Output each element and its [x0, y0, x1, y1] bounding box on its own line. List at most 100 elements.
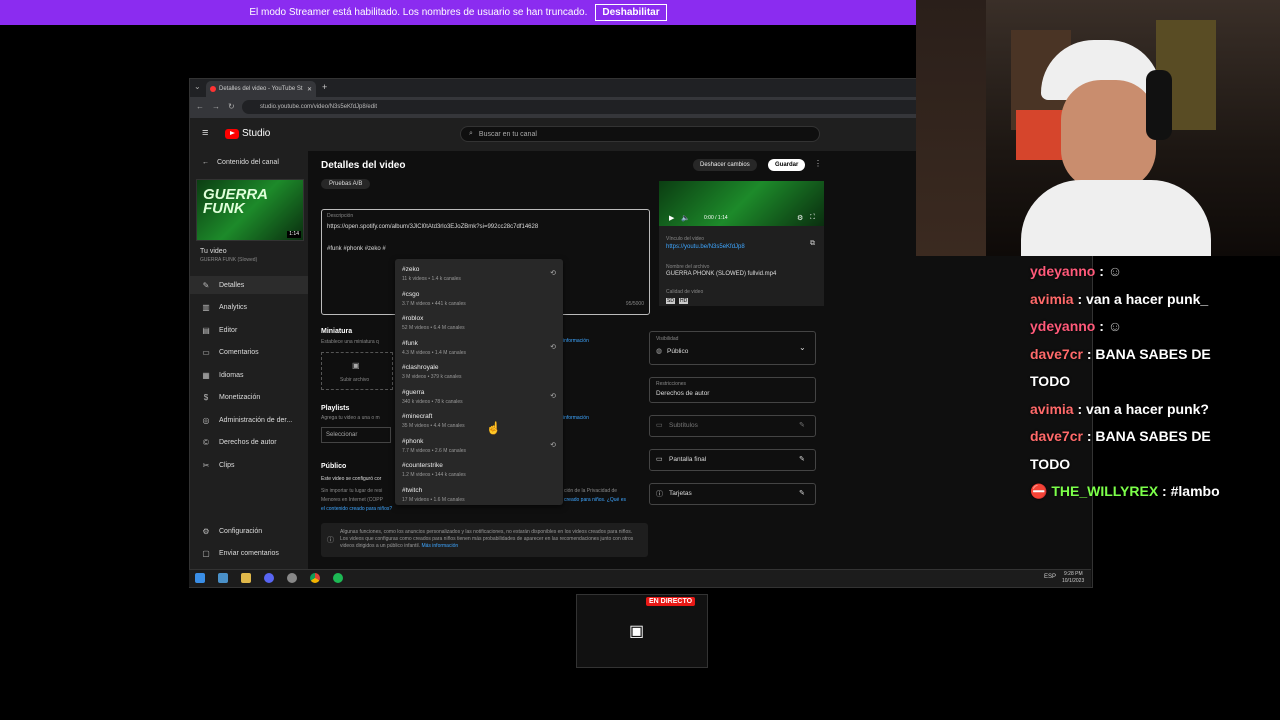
more-options-icon[interactable]: ⋮ — [814, 159, 822, 168]
streamer-shirt — [1021, 180, 1211, 256]
hashtag-suggestion[interactable]: #guerra 340 k videos • 78 k canales ⟲ — [395, 386, 563, 410]
sidebar-item-5[interactable]: ▦ Idiomas — [190, 366, 308, 384]
undo-changes-button[interactable]: Deshacer cambios — [693, 159, 757, 171]
studio-logo[interactable]: Studio — [225, 128, 270, 139]
hashtag-suggestion[interactable]: #zeko 11 k videos • 1.4 k canales ⟲ — [395, 263, 563, 287]
chat-username[interactable]: dave7cr — [1030, 346, 1083, 362]
visibility-value: Público — [667, 348, 689, 355]
audience-right-2[interactable]: creado para niños. ¿Qué es — [564, 497, 626, 503]
reload-icon[interactable]: ↻ — [228, 102, 235, 111]
tab-list-icon[interactable]: ⌄ — [194, 82, 201, 91]
description-label: Descripción — [327, 213, 354, 219]
back-to-content[interactable]: ← Contenido del canal — [202, 159, 279, 166]
steam-icon[interactable] — [218, 573, 228, 583]
cards-edit-icon[interactable]: ✎ — [799, 489, 805, 497]
thumbnail-sub: Establece una miniatura q — [321, 339, 379, 345]
file-name-label: Nombre del archivo — [666, 264, 710, 270]
new-tab-icon[interactable]: + — [322, 82, 327, 92]
end-screen-edit-icon[interactable]: ✎ — [799, 455, 805, 463]
spotify-icon[interactable] — [333, 573, 343, 583]
sidebar-item-3[interactable]: ▤ Editor — [190, 321, 308, 339]
sidebar-item-9[interactable]: ✂ Clips — [190, 456, 308, 474]
playlists-more-info-link[interactable]: información — [563, 415, 589, 421]
kids-notice-link[interactable]: Más información — [421, 543, 458, 549]
chat-username[interactable]: ydeyanno — [1030, 318, 1095, 334]
cards-info-icon: ⓘ — [656, 491, 663, 498]
video-preview-player[interactable]: ▶ 🔈 0:00 / 1:14 ⚙ ⛶ — [659, 181, 824, 226]
hashtag-suggestion[interactable]: #clashroyale 3 M videos • 379 k canales — [395, 361, 563, 385]
clock-time[interactable]: 9:28 PM — [1064, 571, 1083, 577]
thumbnail-more-info-link[interactable]: información — [563, 338, 589, 344]
restrictions-label: Restricciones — [656, 381, 687, 387]
chrome-icon[interactable] — [310, 573, 320, 583]
chat-message: avimia : van a hacer punk_ — [1030, 287, 1280, 311]
streamer-mode-message: El modo Streamer está habilitado. Los no… — [249, 7, 588, 18]
restrictions-panel[interactable]: Restricciones Derechos de autor — [649, 377, 816, 403]
chat-username[interactable]: avimia — [1030, 401, 1074, 417]
video-thumbnail[interactable]: GUERRA FUNK 1:14 — [196, 179, 304, 241]
sidebar-item-7[interactable]: ◎ Administración de der... — [190, 411, 308, 429]
forward-arrow-icon[interactable]: → — [212, 102, 220, 111]
end-screen-icon: ▭ — [656, 456, 663, 463]
visibility-select[interactable]: Visibilidad ◍ Público ⌄ — [649, 331, 816, 365]
sidebar-item-4[interactable]: ▭ Comentarios — [190, 344, 308, 362]
chat-text: van a hacer punk_ — [1086, 290, 1209, 307]
back-arrow-icon[interactable]: ← — [196, 102, 204, 111]
play-icon[interactable]: ▶ — [669, 214, 674, 222]
sidebar-item-2[interactable]: ▥ Analytics — [190, 299, 308, 317]
file-explorer-icon[interactable] — [241, 573, 251, 583]
hashtag-suggestion[interactable]: #roblox 52 M videos • 6.4 M canales — [395, 312, 563, 336]
channel-search-input[interactable]: ⌕ Buscar en tu canal — [460, 126, 820, 142]
hashtag-stats: 3 M videos • 379 k canales — [402, 374, 462, 380]
obs-icon[interactable] — [287, 573, 297, 583]
sidebar-item-8[interactable]: © Derechos de autor — [190, 434, 308, 452]
save-button[interactable]: Guardar — [768, 159, 806, 171]
editor-icon: ▤ — [202, 325, 210, 335]
discord-icon[interactable] — [264, 573, 274, 583]
chat-username[interactable]: avimia — [1030, 291, 1074, 307]
settings-gear-icon[interactable]: ⚙ — [797, 214, 803, 222]
clock-date[interactable]: 10/1/2023 — [1062, 578, 1084, 584]
sidebar-item-settings[interactable]: ⚙ Configuración — [190, 522, 308, 540]
hashtag-suggestion[interactable]: #twitch 17 M videos • 1.6 M canales — [395, 484, 563, 508]
streamer-mode-banner: El modo Streamer está habilitado. Los no… — [0, 0, 916, 25]
subtitles-edit-icon[interactable]: ✎ — [799, 421, 805, 429]
hashtag-stats: 340 k videos • 78 k canales — [402, 398, 463, 405]
playlist-select[interactable]: Seleccionar — [321, 427, 391, 443]
upload-thumbnail-button[interactable]: ▣ Subir archivo — [321, 352, 393, 390]
hashtag-suggestion[interactable]: #counterstrike 1.2 M videos • 144 k canal… — [395, 459, 563, 483]
windows-start-icon[interactable] — [195, 573, 205, 583]
copy-icon[interactable]: ⧉ — [810, 240, 815, 248]
hashtag-suggestion[interactable]: #funk 4.3 M videos • 1.4 M canales ⟲ — [395, 337, 563, 361]
sidebar-item-feedback[interactable]: ▢ Enviar comentarios — [190, 544, 308, 562]
menu-icon[interactable]: ≡ — [202, 127, 208, 139]
visibility-label: Visibilidad — [656, 336, 679, 342]
sidebar-item-1[interactable]: ✎ Detalles — [190, 276, 308, 294]
video-time: 0:00 / 1:14 — [704, 215, 728, 221]
chat-username[interactable]: ydeyanno — [1030, 263, 1095, 279]
fullscreen-icon[interactable]: ⛶ — [810, 214, 815, 222]
audience-line-4[interactable]: el contenido creado para niños? — [321, 506, 392, 512]
hashtag-suggestion[interactable]: #csgo 3.7 M videos • 441 k canales — [395, 288, 563, 312]
disable-streamer-mode-button[interactable]: Deshabilitar — [595, 4, 667, 21]
sidebar-item-label: Analytics — [219, 304, 248, 311]
volume-icon[interactable]: 🔈 — [681, 214, 690, 222]
chat-username[interactable]: THE_WILLYREX — [1051, 483, 1158, 499]
subtitles-icon: ▭ — [656, 422, 663, 429]
chat-username[interactable]: dave7cr — [1030, 428, 1083, 444]
ab-test-button[interactable]: Pruebas A/B — [321, 179, 371, 189]
hashtag-suggestion[interactable]: #minecraft 35 M videos • 4.4 M canales — [395, 410, 563, 434]
end-screen-row[interactable]: ▭ Pantalla final ✎ — [649, 449, 816, 471]
hashtag-suggestion[interactable]: #phonk 7.7 M videos • 2.6 M canales ⟲ — [395, 435, 563, 459]
end-screen-label: Pantalla final — [669, 456, 707, 463]
hashtag-tag: #csgo — [402, 290, 420, 298]
page-title: Detalles del video — [321, 160, 406, 171]
video-link[interactable]: https://youtu.be/N3s5eKfdJp8 — [666, 244, 745, 250]
cards-row[interactable]: ⓘ Tarjetas ✎ — [649, 483, 816, 505]
thumbnail-duration: 1:14 — [287, 231, 301, 238]
subtitles-row[interactable]: ▭ Subtítulos ✎ — [649, 415, 816, 437]
language-indicator[interactable]: ESP — [1044, 574, 1056, 580]
browser-tab[interactable]: Detalles del video - YouTube St ✕ — [206, 81, 316, 97]
sidebar-item-6[interactable]: $ Monetización — [190, 389, 308, 407]
close-tab-icon[interactable]: ✕ — [307, 86, 312, 93]
